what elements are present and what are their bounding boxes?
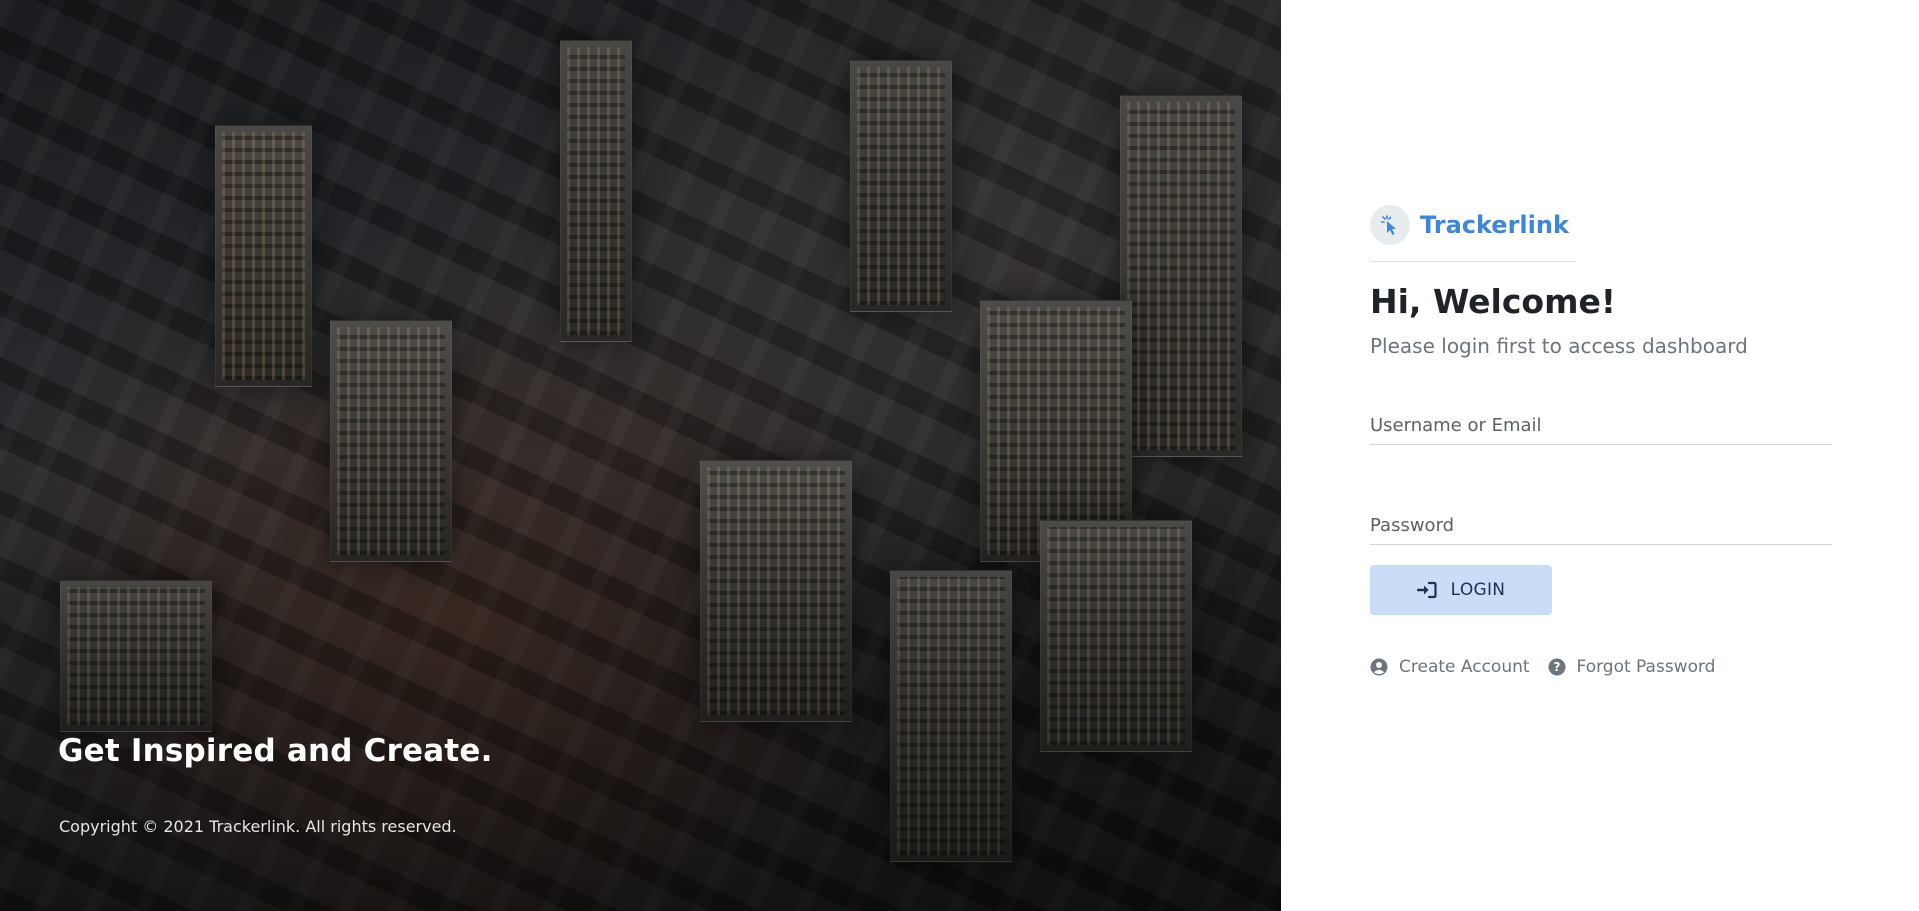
user-circle-icon — [1370, 658, 1388, 676]
login-button[interactable]: LOGIN — [1370, 565, 1552, 616]
sign-in-icon — [1416, 581, 1437, 599]
brand-name: Trackerlink — [1420, 211, 1569, 239]
svg-text:?: ? — [1553, 660, 1560, 674]
question-circle-icon: ? — [1548, 658, 1566, 676]
page-title: Hi, Welcome! — [1370, 282, 1616, 321]
username-input[interactable] — [1370, 415, 1832, 437]
hero-tagline: Get Inspired and Create. — [58, 733, 493, 769]
cursor-click-icon — [1370, 205, 1410, 245]
password-input[interactable] — [1370, 515, 1832, 537]
password-field — [1370, 500, 1832, 546]
hero-image-panel: Get Inspired and Create. Copyright © 202… — [0, 0, 1281, 911]
create-account-link[interactable]: Create Account — [1370, 657, 1530, 677]
username-field — [1370, 400, 1832, 446]
copyright-text: Copyright © 2021 Trackerlink. All rights… — [59, 817, 457, 836]
auth-links: Create Account ? Forgot Password — [1370, 657, 1832, 677]
brand: Trackerlink — [1370, 205, 1832, 245]
hero-overlay — [0, 0, 1281, 911]
login-form: Trackerlink Hi, Welcome! Please login fi… — [1370, 205, 1832, 677]
login-page: Get Inspired and Create. Copyright © 202… — [0, 0, 1919, 911]
login-button-label: LOGIN — [1450, 580, 1506, 601]
forgot-password-label: Forgot Password — [1576, 657, 1716, 678]
forgot-password-link[interactable]: ? Forgot Password — [1548, 657, 1716, 678]
page-subtitle: Please login first to access dashboard — [1370, 334, 1748, 359]
brand-divider — [1370, 261, 1576, 262]
login-panel: Trackerlink Hi, Welcome! Please login fi… — [1281, 0, 1919, 911]
create-account-label: Create Account — [1399, 657, 1530, 678]
